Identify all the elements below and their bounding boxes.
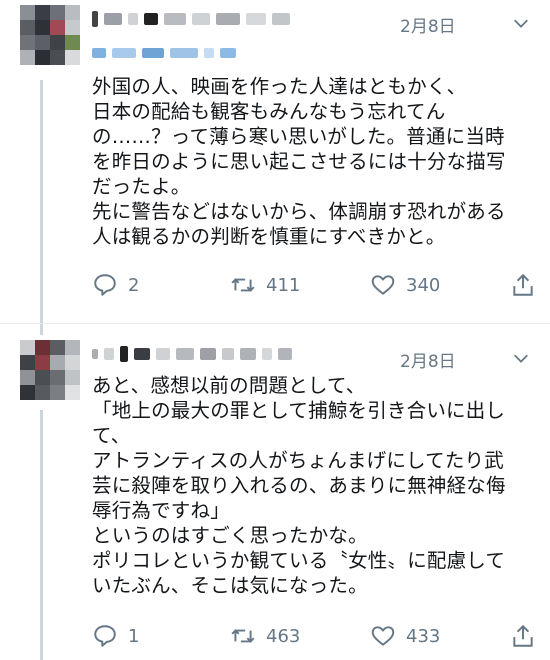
retweet-icon [231, 629, 255, 643]
tweet-date[interactable]: 2月8日 [400, 347, 456, 372]
share-icon [513, 273, 533, 296]
reply-count: 1 [128, 625, 140, 647]
tweet-actions: 2 411 340 [92, 272, 533, 302]
share-icon [513, 624, 533, 647]
retweet-button[interactable]: 463 [230, 623, 300, 649]
tweet-date[interactable]: 2月8日 [400, 12, 456, 37]
share-button[interactable] [510, 623, 546, 649]
tweet-divider [0, 323, 550, 324]
heart-icon [371, 275, 395, 295]
reply-icon [94, 625, 116, 647]
author-name-redacted[interactable] [92, 8, 296, 30]
reply-button[interactable]: 1 [92, 623, 139, 649]
like-button[interactable]: 340 [370, 272, 440, 298]
retweet-button[interactable]: 411 [230, 272, 300, 298]
chevron-down-icon[interactable] [512, 14, 530, 32]
reply-icon [94, 274, 116, 296]
like-button[interactable]: 433 [370, 623, 440, 649]
reply-button[interactable]: 2 [92, 272, 139, 298]
retweet-count: 463 [266, 625, 301, 647]
tweet-actions: 1 463 433 [92, 623, 533, 653]
heart-icon [371, 626, 395, 646]
retweet-count: 411 [266, 274, 301, 296]
like-count: 340 [406, 274, 441, 296]
tweet-2[interactable]: 2月8日 あと、感想以前の問題として、 「地上の最大の罪として捕鯨を引き合いに出… [0, 335, 550, 660]
author-handle-redacted[interactable] [92, 48, 242, 58]
author-name-redacted[interactable] [92, 343, 298, 365]
tweet-1[interactable]: 2月8日 外国の人、映画を作った人達はともかく、 日本の配給も観客もみんなもう忘… [0, 0, 550, 320]
avatar[interactable] [20, 5, 80, 65]
tweet-text: あと、感想以前の問題として、 「地上の最大の罪として捕鯨を引き合いに出し て、 … [92, 374, 506, 597]
avatar[interactable] [20, 340, 80, 400]
retweet-icon [231, 278, 255, 292]
like-count: 433 [406, 625, 441, 647]
chevron-down-icon[interactable] [512, 349, 530, 367]
share-button[interactable] [510, 272, 546, 298]
reply-count: 2 [128, 274, 140, 296]
tweet-text: 外国の人、映画を作った人達はともかく、 日本の配給も観客もみんなもう忘れてん の… [92, 75, 506, 248]
